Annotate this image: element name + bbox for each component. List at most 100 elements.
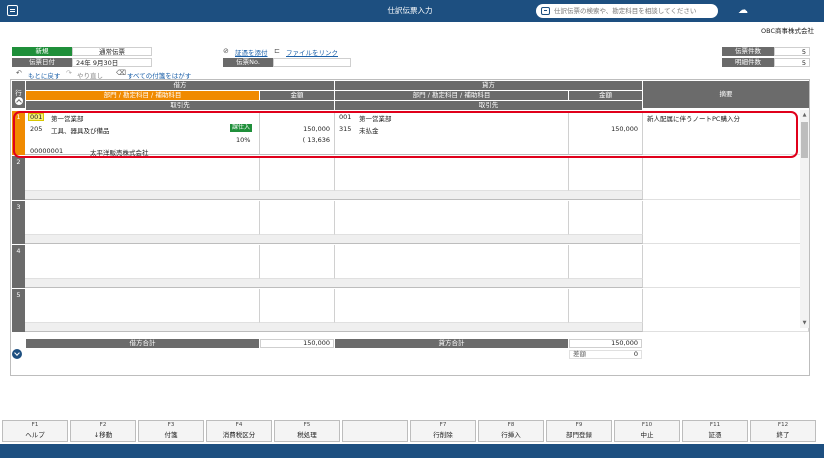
debit-amount-cell[interactable] [260,245,335,279]
row-number-5[interactable]: 5 [12,289,25,332]
f4-tax-category-button[interactable]: F4 消費税区分 [206,420,272,442]
voucher-number-field[interactable] [273,58,351,67]
detail-count-value: 5 [774,58,810,67]
brand-logo-icon: ☁ [738,5,748,16]
f10-cancel-button[interactable]: F10 中止 [614,420,680,442]
fkey-name: F3 [167,422,175,428]
fkey-name: F8 [507,422,515,428]
fkey-name: F4 [235,422,243,428]
app-menu-icon[interactable] [7,5,18,16]
collapse-up-icon[interactable] [15,97,23,105]
grid-scrollbar[interactable]: ▲ ▼ [800,110,809,328]
status-bar [0,444,824,458]
scroll-up-icon[interactable]: ▲ [801,112,808,118]
f8-insert-row-button[interactable]: F8 行挿入 [478,420,544,442]
debit-total-value: 150,000 [260,339,334,348]
f11-evidence-button[interactable]: F11 証憑 [682,420,748,442]
fkey-name: F11 [709,422,721,428]
f7-delete-row-button[interactable]: F7 行削除 [410,420,476,442]
f2-move-button[interactable]: F2 ↓移動 [70,420,136,442]
fkey-label: 部門登録 [566,431,592,439]
row-header-label: 行 [15,89,22,97]
fkey-label: 消費税区分 [222,431,256,439]
partner-cell[interactable] [25,235,643,244]
window-controls[interactable] [790,2,820,18]
detail-count-label: 明細件数 [722,58,774,67]
debit-account-header: 部門 / 勘定科目 / 補助科目 [26,91,259,100]
expand-down-icon[interactable] [12,349,22,359]
debit-amount-header: 金額 [260,91,334,100]
debit-account-cell[interactable] [25,245,260,279]
f12-exit-button[interactable]: F12 終了 [750,420,816,442]
debit-amount-cell[interactable] [260,201,335,235]
debit-partner-header: 取引先 [26,101,334,110]
voucher-type-select[interactable]: 通常伝票 [72,47,152,56]
chat-icon [541,7,550,15]
credit-amount-cell[interactable] [569,156,643,191]
debit-account-cell[interactable] [25,156,260,191]
f6-empty-button[interactable] [342,420,408,442]
row-number-3[interactable]: 3 [12,201,25,244]
debit-amount-cell[interactable] [260,289,335,323]
fkey-name: F12 [777,422,789,428]
f3-sticky-note-button[interactable]: F3 付箋 [138,420,204,442]
partner-cell[interactable] [25,323,643,332]
voucher-count-label: 伝票件数 [722,47,774,56]
credit-amount-cell[interactable] [569,245,643,279]
fkey-name: F7 [439,422,447,428]
fkey-label: ↓移動 [93,431,113,439]
undo-icon: ↶ [16,69,22,77]
detach-note-icon: ⌫ [116,69,126,77]
scroll-down-icon[interactable]: ▼ [801,320,808,326]
difference-label: 差額 [573,350,586,358]
fkey-label: 中止 [640,431,654,439]
credit-amount-header: 金額 [569,91,642,100]
debit-amount-cell[interactable] [260,156,335,191]
scroll-thumb[interactable] [801,122,808,158]
fkey-name: F1 [31,422,39,428]
f9-register-dept-button[interactable]: F9 部門登録 [546,420,612,442]
date-field[interactable]: 24年 9月30日 [72,58,152,67]
row-header: 行 [12,81,25,108]
summary-cell[interactable] [643,156,809,200]
fkey-name: F9 [575,422,583,428]
f1-help-button[interactable]: F1 ヘルプ [2,420,68,442]
credit-account-header: 部門 / 勘定科目 / 補助科目 [335,91,568,100]
difference-value: 0 [633,350,638,358]
f5-tax-process-button[interactable]: F5 税処理 [274,420,340,442]
attach-evidence-link[interactable]: 証憑を添付 [235,47,268,57]
credit-total-label: 貸方合計 [335,339,568,348]
credit-account-cell[interactable] [335,289,569,323]
credit-amount-cell[interactable] [569,201,643,235]
partner-cell[interactable] [25,279,643,288]
credit-account-cell[interactable] [335,201,569,235]
difference-row: 差額 0 [569,350,642,359]
credit-account-cell[interactable] [335,156,569,191]
redo-icon: ↷ [66,69,72,77]
title-bar: 仕訳伝票入力 仕訳伝票の検索や、勘定科目を相談してください ☁ [0,0,824,22]
summary-cell[interactable] [643,289,809,332]
credit-amount-cell[interactable] [569,289,643,323]
assistant-search-input[interactable]: 仕訳伝票の検索や、勘定科目を相談してください [536,4,718,18]
credit-account-cell[interactable] [335,245,569,279]
debit-total-label: 借方合計 [26,339,259,348]
summary-cell[interactable] [643,201,809,244]
partner-cell[interactable] [25,191,643,200]
function-key-bar: F1 ヘルプ F2 ↓移動 F3 付箋 F4 消費税区分 F5 税処理 F7 行削除 F8 行… [0,420,824,442]
selected-row-highlight [13,111,798,158]
link-file-icon: ⊏ [274,47,280,55]
debit-account-cell[interactable] [25,201,260,235]
debit-header: 借方 [26,81,334,90]
debit-account-cell[interactable] [25,289,260,323]
fkey-name: F10 [641,422,653,428]
fkey-name: F5 [303,422,311,428]
row-number-4[interactable]: 4 [12,245,25,288]
link-file-link[interactable]: ファイルをリンク [286,47,338,57]
row-number-2[interactable]: 2 [12,156,25,200]
credit-total-value: 150,000 [569,339,642,348]
summary-header: 摘要 [643,81,809,108]
voucher-count-value: 5 [774,47,810,56]
summary-cell[interactable] [643,245,809,288]
fkey-label: 付箋 [164,431,178,439]
credit-partner-header: 取引先 [335,101,642,110]
